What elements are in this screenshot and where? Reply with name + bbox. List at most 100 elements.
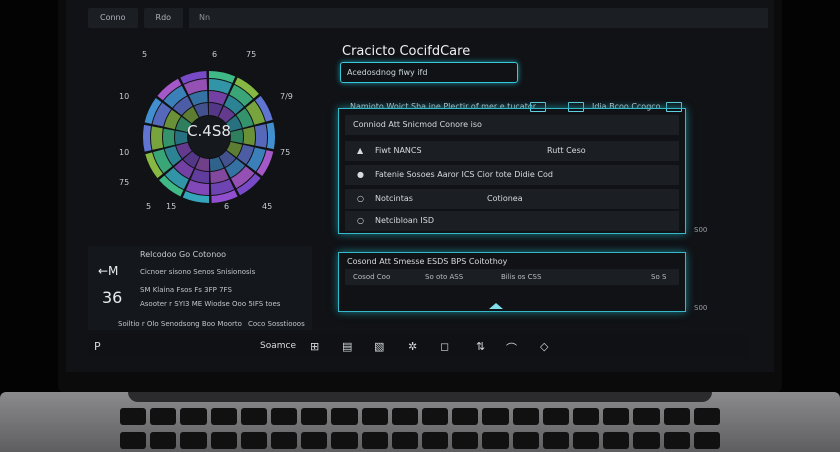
keyboard-key	[422, 432, 449, 449]
ring-segment	[266, 122, 275, 150]
keyboard-key	[693, 432, 720, 449]
row-value: Cotionea	[487, 194, 523, 203]
ring-segment	[243, 126, 255, 146]
keyboard-key	[482, 432, 509, 449]
ring-tick-label: 10	[119, 148, 130, 157]
keyboard-key	[452, 432, 479, 449]
title-input[interactable]: Acedosdnog fiwy ifd	[340, 62, 518, 83]
keyboard-key	[210, 408, 237, 425]
keyboard-key	[422, 408, 449, 425]
keyboard-key	[512, 408, 539, 425]
ring-chart: C.4S8 5 6 75 10 7/9 10 75 75 5 15 6 45	[114, 50, 304, 222]
keyboard-key	[573, 432, 600, 449]
ring-segment	[151, 126, 164, 150]
ring-segment	[209, 91, 228, 105]
keyboard-key	[240, 432, 267, 449]
chat-icon[interactable]: ◇	[540, 340, 548, 353]
keyboard-key	[361, 432, 388, 449]
keyboard-key	[512, 432, 539, 449]
file-icon[interactable]: ▤	[342, 340, 352, 353]
table-row[interactable]: Cosod Coo So oto ASS Bilis os CSS So S	[345, 269, 679, 285]
keyboard-key	[633, 432, 660, 449]
keyboard-key	[603, 408, 630, 425]
ring-tick-label: 15	[166, 202, 177, 211]
ring-tick-label: 6	[212, 50, 218, 59]
tab-rdo[interactable]: Rdo	[143, 8, 184, 28]
triangle-icon: ▲	[357, 146, 364, 155]
keyboard-key	[391, 432, 418, 449]
ring-icon: ○	[357, 216, 364, 225]
ring-tick-label: 75	[119, 178, 130, 187]
keyboard-key	[603, 432, 630, 449]
top-bar: Conno Rdo Nn	[88, 8, 768, 28]
ring-segment	[254, 124, 267, 148]
keyboard	[120, 408, 720, 452]
cell: Cosod Coo	[353, 273, 391, 281]
ring-tick-label: 5	[142, 50, 148, 59]
row-title: Fatenie Sosoes Aaror ICS Cior tote Didie…	[375, 170, 553, 179]
ring-tick-label: 75	[246, 50, 257, 59]
ring-segment	[190, 169, 209, 183]
table-row[interactable]: ○ Netcibloan ISD	[345, 211, 679, 231]
keyboard-key	[663, 408, 690, 425]
cell: Bilis os CSS	[501, 273, 542, 281]
ring-segment	[143, 124, 152, 152]
keyboard-key	[180, 432, 207, 449]
row-value: Rutt Ceso	[547, 146, 586, 155]
ring-tick-label: 6	[224, 202, 230, 211]
keyboard-key	[271, 432, 298, 449]
cell: So S	[651, 273, 667, 281]
search-label[interactable]: Soamce	[260, 341, 296, 351]
table-row[interactable]: ● Fatenie Sosoes Aaror ICS Cior tote Did…	[345, 165, 679, 185]
chart-line-icon[interactable]: ⌒	[506, 340, 517, 356]
sort-icon[interactable]: ⇅	[476, 340, 485, 353]
tab-conno[interactable]: Conno	[88, 8, 138, 28]
stats-line: SM Klaina Fsos Fs 3FP 7FS	[140, 286, 232, 294]
side-value: S00	[694, 226, 708, 234]
keyboard-key	[301, 432, 328, 449]
second-panel: Cosond Att Smesse ESDS BPS Coitothoy Cos…	[338, 252, 686, 312]
keyboard-key	[693, 408, 720, 425]
keyboard-key	[210, 432, 237, 449]
keyboard-key	[331, 432, 358, 449]
keyboard-key	[301, 408, 328, 425]
stats-panel: Relcodoo Go Cotonoo ←M Cicnoer sisono Se…	[88, 246, 312, 330]
ring-tick-label: 10	[119, 92, 130, 101]
stats-line: Cicnoer sisono Senos Snisionosis	[140, 268, 256, 276]
gear-icon[interactable]: ✲	[408, 340, 417, 353]
keyboard-key	[361, 408, 388, 425]
stats-line: Coco Sosstiooos	[248, 320, 305, 328]
ring-tick-label: 7/9	[280, 92, 293, 101]
main-panel: Conniod Att Snicmod Conore iso ▲ Fiwt NA…	[338, 108, 686, 234]
grid-icon[interactable]: ⊞	[310, 340, 319, 353]
keyboard-key	[331, 408, 358, 425]
stat-number: 36	[102, 288, 123, 307]
keyboard-key	[542, 432, 569, 449]
laptop-hinge	[128, 392, 712, 402]
side-value: S00	[694, 304, 708, 312]
screen: Conno Rdo Nn C.4S8 5 6 75 10 7/9 10 75 75 5 15 6 45…	[66, 0, 774, 372]
keyboard-key	[482, 408, 509, 425]
keyboard-key	[150, 408, 177, 425]
table-row[interactable]: Conniod Att Snicmod Conore iso	[345, 115, 679, 135]
stats-title: Relcodoo Go Cotonoo	[140, 250, 227, 259]
stats-line: Soiltio r Olo Senodsong Boo Moorto	[118, 320, 242, 328]
page-title: Cracicto CocifdCare	[342, 44, 471, 59]
keyboard-key	[573, 408, 600, 425]
bottom-left-label: P	[94, 340, 101, 353]
table-row[interactable]: ○ Notcintas Cotionea	[345, 189, 679, 209]
stat-arrow-value: ←M	[98, 264, 119, 278]
keyboard-key	[150, 432, 177, 449]
table-row[interactable]: ▲ Fiwt NANCS Rutt Ceso	[345, 141, 679, 161]
ring-tick-label: 5	[146, 202, 152, 211]
search-input[interactable]: Nn	[189, 8, 768, 28]
keyboard-key	[120, 432, 147, 449]
caret-up-icon	[489, 303, 503, 309]
keyboard-key	[271, 408, 298, 425]
ring-center-value: C.4S8	[187, 122, 231, 140]
tag-icon[interactable]: ◻	[440, 340, 449, 353]
panel2-title: Cosond Att Smesse ESDS BPS Coitothoy	[347, 257, 508, 266]
row-title: Netcibloan ISD	[375, 216, 434, 225]
image-icon[interactable]: ▧	[374, 340, 384, 353]
keyboard-key	[180, 408, 207, 425]
